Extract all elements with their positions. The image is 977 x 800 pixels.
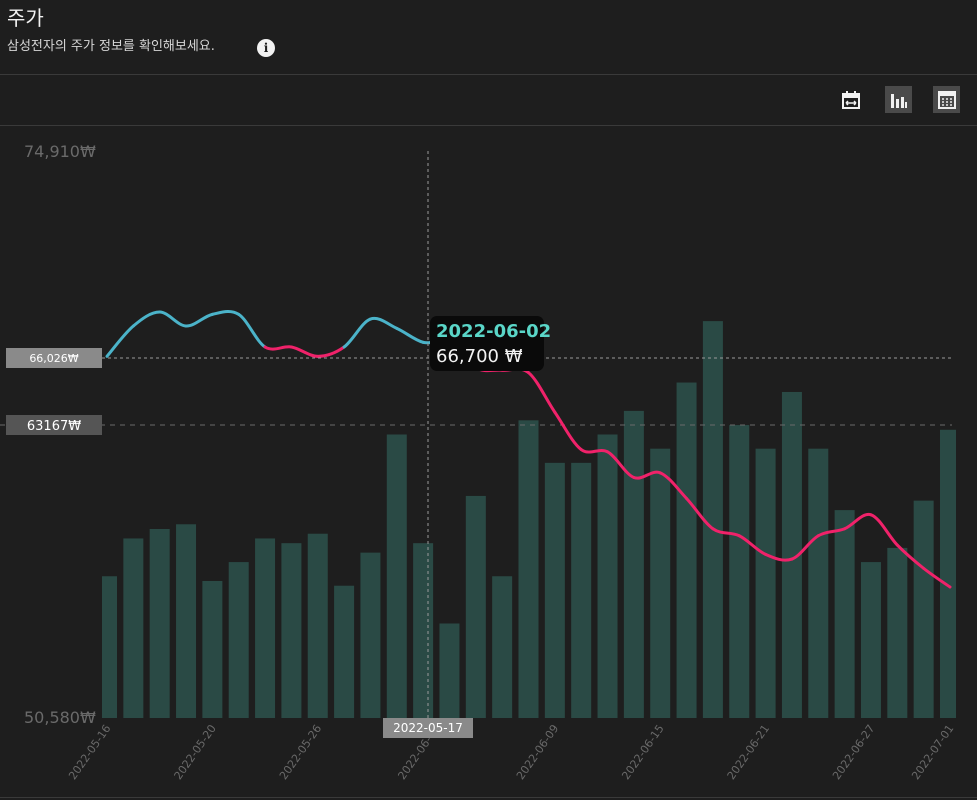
price-line-segment bbox=[131, 310, 162, 328]
price-line-segment bbox=[553, 410, 583, 452]
volume-bar bbox=[360, 552, 381, 718]
x-tick-label: 2022-06-15 bbox=[619, 722, 666, 782]
price-line-segment bbox=[158, 310, 188, 328]
x-tick-label: 2022-07-01 bbox=[909, 722, 956, 782]
date-range-button[interactable] bbox=[837, 86, 864, 113]
volume-bar bbox=[597, 434, 618, 718]
bar-chart-icon bbox=[890, 93, 907, 108]
volume-bar bbox=[228, 562, 249, 718]
price-line-segment bbox=[105, 324, 135, 358]
stock-chart[interactable]: 74,910₩ 50,580₩ 2022-05-16 2022-05-20 2022… bbox=[0, 126, 977, 798]
price-line-segment bbox=[869, 513, 899, 547]
volume-bar bbox=[413, 543, 434, 718]
volume-bar bbox=[913, 500, 934, 718]
header-divider bbox=[0, 74, 977, 75]
x-axis-labels: 2022-05-16 2022-05-20 2022-05-26 2022-06-03… bbox=[66, 722, 956, 782]
footer-divider bbox=[0, 797, 977, 798]
price-line-segment bbox=[289, 345, 320, 358]
page-subtitle: 삼성전자의 주가 정보를 확인해보세요. bbox=[7, 39, 215, 54]
x-tick-label: 2022-05-20 bbox=[172, 722, 219, 782]
bar-chart-button[interactable] bbox=[885, 86, 912, 113]
volume-bar bbox=[544, 462, 565, 718]
price-line-segment bbox=[263, 345, 293, 351]
x-tick-label: 2022-06-21 bbox=[725, 722, 772, 782]
x-tick-label: 2022-06-27 bbox=[830, 722, 877, 782]
volume-bar bbox=[149, 529, 170, 718]
grid-icon bbox=[937, 90, 956, 109]
volume-bar bbox=[808, 448, 829, 718]
price-line-segment bbox=[184, 312, 214, 328]
avg-label-text: 63167₩ bbox=[27, 419, 81, 434]
volume-bar bbox=[650, 448, 671, 718]
volume-bar bbox=[439, 623, 460, 718]
volume-bar bbox=[571, 462, 592, 718]
crosshair-x-label-text: 2022-05-17 bbox=[393, 721, 463, 735]
volume-bar bbox=[202, 580, 223, 718]
volume-bar bbox=[940, 429, 956, 718]
volume-bar bbox=[176, 524, 197, 718]
volume-bar bbox=[492, 576, 513, 718]
tooltip-date: 2022-06-02 bbox=[436, 321, 551, 342]
calendar-range-icon bbox=[841, 90, 860, 109]
price-line-segment bbox=[316, 345, 346, 358]
x-tick-label: 2022-05-26 bbox=[277, 722, 324, 782]
volume-bar bbox=[334, 585, 355, 718]
volume-bar bbox=[729, 425, 750, 718]
page-title: 주가 bbox=[7, 6, 44, 30]
volume-bar bbox=[755, 448, 776, 718]
volume-bar bbox=[676, 382, 697, 718]
volume-bar bbox=[623, 410, 644, 718]
volume-bar bbox=[860, 562, 881, 718]
volume-bar bbox=[281, 543, 302, 718]
x-tick-label: 2022-05-16 bbox=[66, 722, 113, 782]
info-icon[interactable]: i bbox=[257, 39, 275, 57]
volume-bars bbox=[102, 321, 956, 718]
volume-bar bbox=[702, 321, 723, 718]
y-tick-label: 50,580₩ bbox=[24, 708, 96, 727]
price-line-segment bbox=[210, 309, 241, 316]
price-line-segment bbox=[342, 317, 372, 349]
price-line-segment bbox=[237, 312, 267, 349]
tooltip-value: 66,700 ₩ bbox=[436, 346, 523, 367]
price-line-segment bbox=[395, 326, 425, 344]
volume-bar bbox=[123, 538, 144, 718]
price-line-segment bbox=[579, 448, 610, 454]
volume-bar bbox=[834, 510, 855, 718]
volume-bar bbox=[102, 576, 117, 718]
volume-bar bbox=[386, 434, 407, 718]
volume-bar bbox=[518, 420, 539, 718]
volume-bar bbox=[307, 533, 328, 718]
price-line-segment bbox=[368, 316, 399, 330]
price-line-segment bbox=[527, 371, 557, 414]
tooltip: 2022-06-02 66,700 ₩ bbox=[430, 316, 551, 371]
y-tick-label: 74,910₩ bbox=[24, 142, 96, 161]
page-header: 주가 삼성전자의 주가 정보를 확인해보세요. i bbox=[0, 0, 977, 74]
crosshair-y-label-text: 66,026₩ bbox=[29, 352, 78, 365]
x-tick-label: 2022-06-09 bbox=[514, 722, 561, 782]
table-view-button[interactable] bbox=[933, 86, 960, 113]
volume-bar bbox=[465, 495, 486, 718]
volume-bar bbox=[887, 547, 908, 718]
volume-bar bbox=[255, 538, 276, 718]
